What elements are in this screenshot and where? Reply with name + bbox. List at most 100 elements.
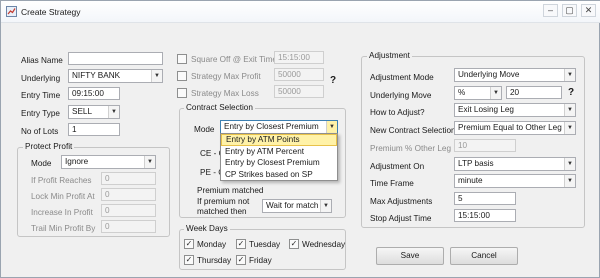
if-profit-reaches-input[interactable]: 0 (101, 172, 156, 185)
new-contract-selection-value: Premium Equal to Other Leg (458, 123, 562, 132)
underlying-move-unit-select[interactable]: % ▼ (454, 86, 502, 100)
entry-type-label: Entry Type (21, 109, 60, 118)
no-of-lots-input[interactable]: 1 (68, 123, 120, 136)
max-profit-label: Strategy Max Profit (191, 72, 261, 81)
chevron-down-icon: ▼ (564, 69, 575, 81)
square-off-label: Square Off @ Exit Time (191, 55, 277, 64)
time-frame-label: Time Frame (370, 179, 414, 188)
max-loss-checkbox[interactable] (177, 88, 187, 98)
alias-name-input[interactable] (68, 52, 163, 65)
chevron-down-icon: ▼ (564, 122, 575, 134)
chevron-down-icon: ▼ (564, 104, 575, 116)
not-matched-label-line2: matched then (197, 207, 247, 216)
window-title: Create Strategy (21, 7, 81, 17)
thursday-label: Thursday (197, 256, 232, 265)
adjustment-mode-value: Underlying Move (458, 70, 520, 79)
max-loss-input[interactable]: 50000 (274, 85, 324, 98)
entry-time-input[interactable]: 09:15:00 (68, 87, 120, 100)
adjustment-on-label: Adjustment On (370, 162, 425, 171)
time-frame-select[interactable]: minute ▼ (454, 174, 576, 188)
adjustment-mode-select[interactable]: Underlying Move ▼ (454, 68, 576, 82)
stop-adjust-time-input[interactable]: 15:15:00 (454, 209, 516, 222)
time-frame-value: minute (458, 176, 483, 185)
chevron-down-icon: ▼ (564, 158, 575, 170)
wednesday-label: Wednesday (302, 240, 346, 249)
contract-selection-title: Contract Selection (184, 103, 255, 113)
maximize-button[interactable]: ▢ (562, 4, 577, 17)
thursday-checkbox[interactable]: ✓ (184, 255, 194, 265)
increase-in-profit-label: Increase In Profit (31, 208, 93, 217)
new-contract-selection-label: New Contract Selection (370, 126, 456, 135)
premium-matched-label: Premium matched (197, 186, 264, 195)
dropdown-option-atm-percent[interactable]: Entry by ATM Percent (221, 146, 337, 158)
help-icon[interactable]: ? (330, 75, 336, 86)
premium-other-leg-input[interactable]: 10 (454, 139, 516, 152)
adjustment-title: Adjustment (367, 51, 412, 61)
protect-profit-title: Protect Profit (23, 142, 75, 152)
monday-checkbox[interactable]: ✓ (184, 239, 194, 249)
increase-in-profit-input[interactable]: 0 (101, 204, 156, 217)
underlying-move-unit: % (458, 88, 466, 97)
chevron-down-icon: ▼ (320, 200, 331, 212)
max-profit-input[interactable]: 50000 (274, 68, 324, 81)
contract-mode-label: Mode (194, 125, 215, 134)
underlying-select[interactable]: NIFTY BANK ▼ (68, 69, 163, 83)
underlying-label: Underlying (21, 74, 61, 83)
trail-min-profit-input[interactable]: 0 (101, 220, 156, 233)
wednesday-checkbox[interactable]: ✓ (289, 239, 299, 249)
entry-type-select[interactable]: SELL ▼ (68, 105, 120, 119)
trail-min-profit-label: Trail Min Profit By (31, 224, 96, 233)
how-to-adjust-value: Exit Losing Leg (458, 105, 514, 114)
lock-min-profit-input[interactable]: 0 (101, 188, 156, 201)
stop-adjust-time-label: Stop Adjust Time (370, 214, 432, 223)
not-matched-select[interactable]: Wait for match ▼ (262, 199, 332, 213)
create-strategy-window: Create Strategy – ▢ ✕ Alias Name Underly… (0, 0, 600, 278)
max-adjustments-input[interactable]: 5 (454, 192, 516, 205)
underlying-move-input[interactable]: 20 (506, 86, 562, 99)
close-button[interactable]: ✕ (581, 4, 596, 17)
tuesday-checkbox[interactable]: ✓ (236, 239, 246, 249)
help-icon[interactable]: ? (568, 87, 574, 98)
entry-type-value: SELL (72, 107, 93, 116)
week-days-title: Week Days (184, 224, 230, 234)
if-profit-reaches-label: If Profit Reaches (31, 176, 92, 185)
chevron-down-icon: ▼ (108, 106, 119, 118)
alias-name-label: Alias Name (21, 56, 63, 65)
protect-mode-value: Ignore (65, 157, 89, 166)
not-matched-value: Wait for match (266, 201, 319, 210)
max-loss-label: Strategy Max Loss (191, 89, 259, 98)
app-icon (6, 6, 17, 17)
chevron-down-icon: ▼ (326, 121, 337, 133)
contract-mode-select[interactable]: Entry by Closest Premium ▼ (220, 120, 338, 134)
chevron-down-icon: ▼ (144, 156, 155, 168)
no-of-lots-label: No of Lots (21, 127, 59, 136)
max-adjustments-label: Max Adjustments (370, 197, 433, 206)
square-off-checkbox[interactable] (177, 54, 187, 64)
chevron-down-icon: ▼ (564, 175, 575, 187)
contract-mode-dropdown-list: Entry by ATM Points Entry by ATM Percent… (220, 133, 338, 181)
how-to-adjust-select[interactable]: Exit Losing Leg ▼ (454, 103, 576, 117)
max-profit-checkbox[interactable] (177, 71, 187, 81)
dropdown-option-cp-strikes[interactable]: CP Strikes based on SP (221, 169, 337, 181)
dropdown-option-closest-premium[interactable]: Entry by Closest Premium (221, 157, 337, 169)
title-bar: Create Strategy – ▢ ✕ (1, 1, 600, 23)
adjustment-on-value: LTP basis (458, 159, 494, 168)
protect-mode-select[interactable]: Ignore ▼ (61, 155, 156, 169)
minimize-button[interactable]: – (543, 4, 558, 17)
dropdown-option-atm-points[interactable]: Entry by ATM Points (221, 134, 337, 146)
underlying-value: NIFTY BANK (72, 71, 121, 80)
new-contract-selection-select[interactable]: Premium Equal to Other Leg ▼ (454, 121, 576, 135)
friday-checkbox[interactable]: ✓ (236, 255, 246, 265)
square-off-time-input[interactable]: 15:15:00 (274, 51, 324, 64)
how-to-adjust-label: How to Adjust? (370, 108, 425, 117)
cancel-button[interactable]: Cancel (450, 247, 518, 265)
adjustment-on-select[interactable]: LTP basis ▼ (454, 157, 576, 171)
tuesday-label: Tuesday (249, 240, 281, 249)
save-button[interactable]: Save (376, 247, 444, 265)
monday-label: Monday (197, 240, 227, 249)
entry-time-label: Entry Time (21, 91, 61, 100)
contract-mode-value: Entry by Closest Premium (224, 122, 319, 131)
chevron-down-icon: ▼ (490, 87, 501, 99)
protect-mode-label: Mode (31, 159, 52, 168)
chevron-down-icon: ▼ (151, 70, 162, 82)
